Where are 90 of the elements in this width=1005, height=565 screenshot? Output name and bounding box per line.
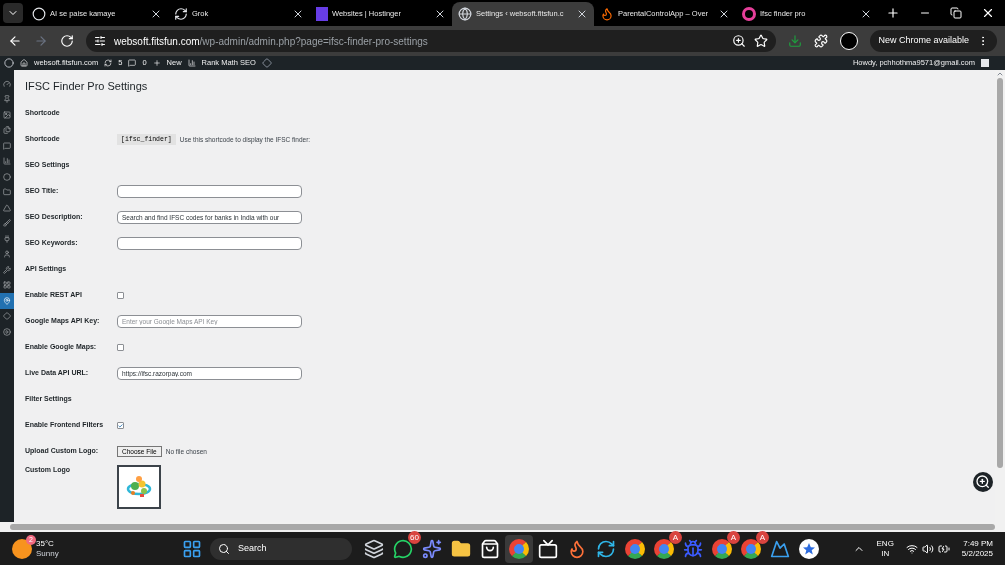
reload-icon[interactable] <box>60 34 74 48</box>
browser-icon[interactable] <box>741 538 761 559</box>
close-icon[interactable] <box>860 8 872 20</box>
sparkle-icon[interactable] <box>422 538 442 559</box>
pages-icon <box>3 126 11 135</box>
stack-icon[interactable] <box>364 538 384 559</box>
restore-icon[interactable] <box>950 7 962 19</box>
close-icon[interactable] <box>150 8 162 20</box>
chart-icon <box>3 157 11 166</box>
bug-icon[interactable] <box>683 538 703 559</box>
mountain-icon[interactable] <box>770 538 790 559</box>
temperature-text: 35°C <box>36 538 55 549</box>
map-pin-icon <box>3 296 11 305</box>
search-icon <box>218 542 230 555</box>
home-icon[interactable] <box>20 59 28 67</box>
star-app-icon[interactable] <box>799 538 819 559</box>
back-icon[interactable] <box>8 34 22 48</box>
circle-icon <box>32 7 46 21</box>
plug-icon <box>3 234 11 243</box>
site-settings-icon[interactable] <box>94 35 106 47</box>
close-icon[interactable] <box>576 8 588 20</box>
diamond-icon[interactable] <box>261 58 272 68</box>
address-bar[interactable]: websoft.fitsfun.com/wp-admin/admin.php?page=ifsc-finder-pro-settings <box>86 30 777 52</box>
region-text[interactable]: IN <box>881 548 890 559</box>
chart-icon[interactable] <box>187 59 196 67</box>
triangle-icon <box>3 203 11 212</box>
scroll-up-icon[interactable] <box>996 70 1004 78</box>
swirl-icon <box>174 7 188 21</box>
chat-icon[interactable] <box>393 538 413 559</box>
battery-icon[interactable] <box>937 542 950 555</box>
tab-search-button[interactable] <box>3 3 23 23</box>
flame-icon[interactable] <box>567 538 587 559</box>
wordpress-icon[interactable] <box>4 58 14 68</box>
url-text: websoft.fitsfun.com/wp-admin/admin.php?page=ifsc-finder-pro-settings <box>114 34 428 49</box>
search-field[interactable]: Search <box>210 537 352 560</box>
user-icon <box>3 250 11 259</box>
language-text[interactable]: ENG <box>876 538 894 549</box>
download-icon[interactable] <box>788 34 803 48</box>
pin-icon <box>3 95 11 104</box>
new-tab-icon[interactable] <box>886 6 900 20</box>
browser-icon[interactable] <box>509 538 529 559</box>
grid-icon <box>3 281 11 290</box>
checkbox[interactable] <box>117 422 124 429</box>
profile-icon[interactable] <box>840 32 859 50</box>
weather-text: Sunny <box>36 548 59 559</box>
browser-icon[interactable] <box>654 538 674 559</box>
horizontal-scrollbar[interactable] <box>0 522 1005 532</box>
folder-icon <box>3 188 11 197</box>
zoom-button-icon[interactable] <box>973 472 993 492</box>
tv-icon[interactable] <box>538 538 558 559</box>
flame-icon <box>600 7 614 21</box>
update-button[interactable]: New Chrome available <box>870 30 997 52</box>
folder-icon[interactable] <box>451 538 471 559</box>
wrench-icon <box>3 265 11 274</box>
circle-icon <box>3 172 11 181</box>
volume-icon[interactable] <box>921 542 934 555</box>
bookmark-icon[interactable] <box>754 34 769 48</box>
clock-date[interactable]: 5/2/2025 <box>961 548 993 559</box>
h-logo-icon <box>316 7 328 21</box>
comment-icon[interactable] <box>128 59 137 67</box>
diamond-icon <box>3 312 11 321</box>
text-field[interactable] <box>117 237 302 250</box>
swirl-icon[interactable] <box>596 538 616 559</box>
plus-icon[interactable] <box>152 59 161 67</box>
gauge-icon <box>3 79 11 88</box>
browser-icon[interactable] <box>712 538 732 559</box>
browser-icon[interactable] <box>625 538 645 559</box>
zoom-icon[interactable] <box>732 34 747 48</box>
brush-icon <box>3 219 11 228</box>
page-title: IFSC Finder Pro Settings <box>25 79 149 94</box>
updates-icon[interactable] <box>104 59 113 67</box>
close-icon[interactable] <box>434 8 446 20</box>
text-field[interactable] <box>117 185 302 198</box>
circle-logo-icon <box>742 7 756 21</box>
play-icon <box>3 327 11 336</box>
checkbox[interactable] <box>117 344 124 351</box>
bag-icon[interactable] <box>480 538 500 559</box>
comment-icon <box>3 141 11 150</box>
extensions-icon[interactable] <box>814 34 829 48</box>
sidebar-item[interactable] <box>0 293 14 309</box>
globe-icon <box>458 7 472 21</box>
close-icon[interactable] <box>718 8 730 20</box>
sun-icon <box>12 538 32 559</box>
close-icon[interactable] <box>292 8 304 20</box>
checkbox[interactable] <box>117 292 124 299</box>
image-icon <box>3 110 11 119</box>
start-icon[interactable] <box>182 538 202 559</box>
close-icon[interactable] <box>981 6 995 20</box>
wifi-icon[interactable] <box>905 542 918 555</box>
clock-time[interactable]: 7:49 PM <box>963 538 993 549</box>
